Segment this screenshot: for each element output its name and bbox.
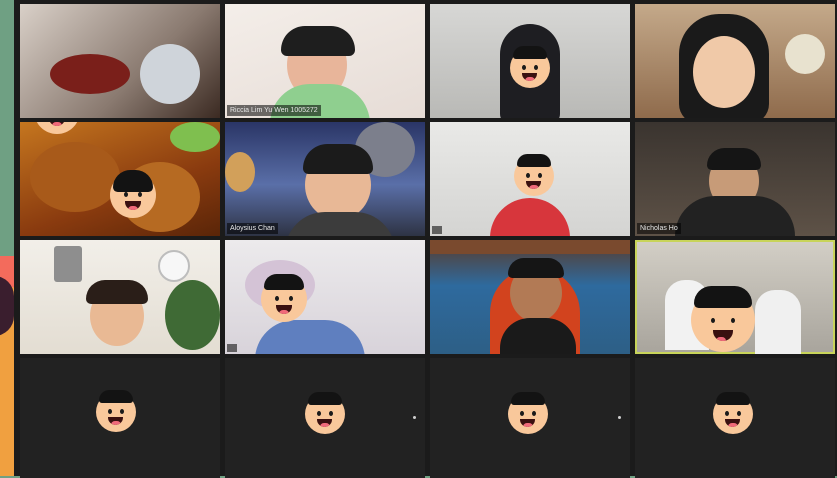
participant-name: Riccia Lim Yu Wen 1005272 — [227, 105, 321, 116]
smiley-face-sticker-icon — [261, 274, 307, 322]
participant-tile-video-off[interactable] — [20, 358, 220, 478]
smiley-face-sticker-icon — [34, 122, 80, 134]
participant-tile-video-off[interactable] — [430, 358, 630, 478]
microphone-muted-icon — [227, 344, 237, 352]
gallery-grid: Riccia Lim Yu Wen 1005272 Aloysius Chan … — [20, 4, 837, 478]
status-dot — [413, 415, 416, 419]
video-call-window: Riccia Lim Yu Wen 1005272 Aloysius Chan … — [14, 0, 837, 478]
microphone-muted-icon — [432, 226, 442, 234]
smiley-face-sticker-icon — [713, 392, 753, 434]
participant-tile[interactable]: Aloysius Chan — [225, 122, 425, 236]
participant-tile[interactable]: Nicholas Ho — [635, 122, 835, 236]
smiley-face-sticker-icon — [514, 154, 554, 196]
participant-tile[interactable] — [430, 240, 630, 354]
smiley-face-sticker-icon — [305, 392, 345, 434]
participant-tile[interactable] — [635, 4, 835, 118]
participant-tile[interactable] — [20, 240, 220, 354]
participant-tile[interactable]: Riccia Lim Yu Wen 1005272 — [225, 4, 425, 118]
smiley-face-sticker-icon — [691, 286, 755, 352]
participant-tile-video-off[interactable] — [635, 358, 835, 478]
participant-tile[interactable] — [225, 240, 425, 354]
participant-tile[interactable] — [430, 4, 630, 118]
smiley-face-sticker-icon — [110, 170, 156, 218]
participant-name: Aloysius Chan — [227, 223, 278, 234]
smiley-face-sticker-icon — [510, 46, 550, 88]
participant-tile[interactable] — [20, 4, 220, 118]
participant-tile[interactable] — [20, 122, 220, 236]
participant-tile-video-off[interactable] — [225, 358, 425, 478]
smiley-face-sticker-icon — [96, 390, 136, 432]
status-dot — [618, 415, 621, 419]
participant-tile[interactable] — [430, 122, 630, 236]
participant-tile-active-speaker[interactable] — [635, 240, 835, 354]
smiley-face-sticker-icon — [508, 392, 548, 434]
participant-name: Nicholas Ho — [637, 223, 681, 234]
